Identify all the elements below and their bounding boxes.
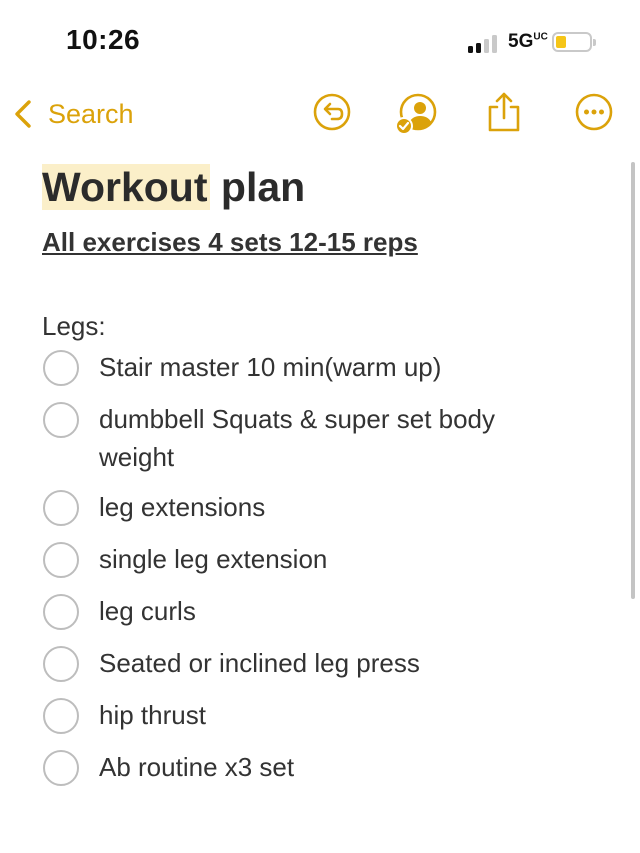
checklist-item-text[interactable]: Seated or inclined leg press	[99, 644, 569, 682]
checklist-item[interactable]: hip thrust	[42, 696, 622, 734]
chevron-left-icon	[15, 100, 31, 128]
network-type: 5GUC	[508, 31, 548, 53]
scrollbar[interactable]	[631, 162, 635, 599]
checklist-item[interactable]: leg curls	[42, 592, 622, 630]
checklist-item-text[interactable]: Ab routine x3 set	[99, 748, 569, 786]
checklist-item-text[interactable]: Stair master 10 min(warm up)	[99, 348, 569, 386]
network-suffix: UC	[533, 31, 548, 43]
checkbox-circle-icon[interactable]	[43, 698, 79, 734]
battery-icon	[552, 32, 596, 52]
section-heading[interactable]: Legs:	[42, 308, 622, 344]
more-icon[interactable]	[574, 92, 614, 132]
checkbox-circle-icon[interactable]	[43, 490, 79, 526]
note-title[interactable]: Workout plan	[42, 158, 622, 216]
checklist: Stair master 10 min(warm up) dumbbell Squ…	[42, 348, 622, 786]
note-subtitle[interactable]: All exercises 4 sets 12-15 reps	[42, 224, 622, 260]
back-label: Search	[48, 98, 134, 129]
shared-person-icon[interactable]	[394, 92, 438, 136]
status-bar: 10:26 5GUC	[0, 0, 640, 80]
checkbox-circle-icon[interactable]	[43, 750, 79, 786]
checklist-item-text[interactable]: leg curls	[99, 592, 569, 630]
network-label: 5G	[508, 31, 534, 52]
title-rest: plan	[209, 164, 306, 210]
back-button[interactable]: Search	[12, 94, 134, 134]
checklist-item-text[interactable]: leg extensions	[99, 488, 569, 526]
battery-level	[556, 36, 566, 48]
checklist-item[interactable]: dumbbell Squats & super set body weight	[42, 400, 622, 476]
checklist-item[interactable]: Stair master 10 min(warm up)	[42, 348, 622, 386]
checkbox-circle-icon[interactable]	[43, 594, 79, 630]
checklist-item[interactable]: Ab routine x3 set	[42, 748, 622, 786]
checklist-item-text[interactable]: dumbbell Squats & super set body weight	[99, 400, 569, 476]
checklist-item-text[interactable]: single leg extension	[99, 540, 569, 578]
checkbox-circle-icon[interactable]	[43, 646, 79, 682]
undo-icon[interactable]	[312, 92, 352, 132]
checklist-item-text[interactable]: hip thrust	[99, 696, 569, 734]
status-time: 10:26	[66, 24, 141, 55]
checklist-item[interactable]: single leg extension	[42, 540, 622, 578]
checklist-item[interactable]: leg extensions	[42, 488, 622, 526]
note-toolbar: Search	[0, 88, 640, 144]
share-icon[interactable]	[484, 92, 524, 132]
checklist-item[interactable]: Seated or inclined leg press	[42, 644, 622, 682]
checkbox-circle-icon[interactable]	[43, 402, 79, 438]
checkbox-circle-icon[interactable]	[43, 542, 79, 578]
cellular-signal-icon	[468, 33, 502, 53]
note-body[interactable]: Workout plan All exercises 4 sets 12-15 …	[42, 158, 622, 786]
checkbox-circle-icon[interactable]	[43, 350, 79, 386]
title-highlight: Workout	[42, 164, 210, 210]
